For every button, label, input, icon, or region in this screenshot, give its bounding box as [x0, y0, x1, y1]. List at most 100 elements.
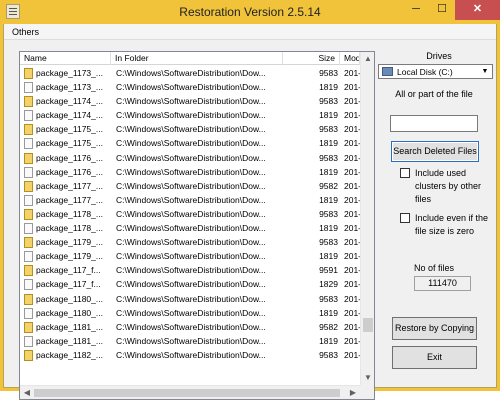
scroll-left-arrow-icon[interactable]: ◀: [20, 386, 34, 399]
file-name-cell: package_1180_...: [36, 307, 103, 318]
file-icon: [24, 96, 33, 108]
size-cell: 1829: [319, 279, 338, 290]
file-icon: [24, 223, 33, 235]
client-area: Others Name In Folder Size Mod package_1…: [3, 24, 497, 400]
table-row[interactable]: package_1179_... C:\Windows\SoftwareDistr…: [20, 249, 360, 263]
folder-cell: C:\Windows\SoftwareDistribution\Dow...: [116, 82, 266, 93]
include-zero-size-checkbox[interactable]: [400, 213, 410, 223]
folder-cell: C:\Windows\SoftwareDistribution\Dow...: [116, 237, 266, 248]
table-row[interactable]: package_1181_... C:\Windows\SoftwareDistr…: [20, 320, 360, 334]
file-icon: [24, 68, 33, 79]
modified-cell: 201-: [344, 223, 360, 234]
file-icon: [24, 180, 33, 192]
file-name-cell: package_1176_...: [36, 152, 103, 163]
file-icon: [24, 194, 33, 206]
table-row[interactable]: package_1176_... C:\Windows\SoftwareDistr…: [20, 151, 360, 165]
folder-cell: C:\Windows\SoftwareDistribution\Dow...: [116, 96, 266, 107]
file-name-cell: package_1177_...: [36, 180, 103, 191]
column-folder[interactable]: In Folder: [111, 52, 283, 65]
chevron-down-icon[interactable]: ▼: [479, 66, 491, 77]
vertical-scrollbar[interactable]: ▲ ▼: [360, 52, 374, 385]
table-row[interactable]: package_1178_... C:\Windows\SoftwareDistr…: [20, 221, 360, 235]
file-icon: [24, 335, 33, 347]
table-row[interactable]: package_1174_... C:\Windows\SoftwareDistr…: [20, 108, 360, 122]
table-row[interactable]: package_1178_... C:\Windows\SoftwareDistr…: [20, 207, 360, 221]
column-size[interactable]: Size: [283, 52, 340, 65]
close-button[interactable]: ✕: [455, 0, 500, 20]
scroll-right-arrow-icon[interactable]: ▶: [346, 386, 360, 399]
file-name-cell: package_1176_...: [36, 166, 103, 177]
drive-selected-value: Local Disk (C:): [397, 67, 453, 77]
hard-drive-icon: [382, 67, 393, 76]
table-row[interactable]: package_1182_... C:\Windows\SoftwareDistr…: [20, 348, 360, 362]
scroll-corner: [360, 385, 374, 399]
file-name-input[interactable]: [390, 115, 478, 132]
size-cell: 9582: [319, 180, 338, 191]
horizontal-scrollbar[interactable]: ◀ ▶: [20, 385, 360, 399]
file-icon: [24, 208, 33, 220]
menu-others[interactable]: Others: [12, 27, 39, 37]
file-name-cell: package_1181_...: [36, 335, 103, 346]
table-row[interactable]: package_1175_... C:\Windows\SoftwareDistr…: [20, 136, 360, 150]
table-row[interactable]: package_1176_... C:\Windows\SoftwareDistr…: [20, 165, 360, 179]
minimize-button[interactable]: ─: [403, 0, 429, 20]
size-cell: 9583: [319, 237, 338, 248]
exit-button[interactable]: Exit: [392, 346, 477, 369]
modified-cell: 201-: [344, 349, 360, 360]
file-icon: [24, 138, 33, 150]
folder-cell: C:\Windows\SoftwareDistribution\Dow...: [116, 180, 266, 191]
modified-cell: 201-: [344, 293, 360, 304]
file-name-cell: package_1175_...: [36, 138, 103, 149]
scroll-down-arrow-icon[interactable]: ▼: [361, 371, 374, 385]
file-name-cell: package_1179_...: [36, 251, 103, 262]
folder-cell: C:\Windows\SoftwareDistribution\Dow...: [116, 208, 266, 219]
table-row[interactable]: package_1174_... C:\Windows\SoftwareDistr…: [20, 94, 360, 108]
size-cell: 1819: [319, 82, 338, 93]
file-name-cell: package_1182_...: [36, 349, 103, 360]
drive-dropdown[interactable]: Local Disk (C:) ▼: [378, 64, 493, 79]
table-row[interactable]: package_1180_... C:\Windows\SoftwareDistr…: [20, 292, 360, 306]
maximize-button[interactable]: ☐: [429, 0, 455, 20]
folder-cell: C:\Windows\SoftwareDistribution\Dow...: [116, 223, 266, 234]
no-of-files-value: 111470: [414, 276, 471, 291]
size-cell: 1819: [319, 251, 338, 262]
file-icon: [24, 124, 33, 136]
include-zero-size-label: Include even if the file size is zero: [415, 213, 489, 236]
modified-cell: 201-: [344, 335, 360, 346]
modified-cell: 201-: [344, 152, 360, 163]
deleted-files-list[interactable]: Name In Folder Size Mod package_1173_...…: [19, 51, 375, 400]
folder-cell: C:\Windows\SoftwareDistribution\Dow...: [116, 307, 266, 318]
horizontal-scroll-thumb[interactable]: [34, 389, 340, 397]
table-row[interactable]: package_1181_... C:\Windows\SoftwareDistr…: [20, 334, 360, 348]
table-row[interactable]: package_1173_... C:\Windows\SoftwareDistr…: [20, 80, 360, 94]
folder-cell: C:\Windows\SoftwareDistribution\Dow...: [116, 279, 266, 290]
table-row[interactable]: package_1179_... C:\Windows\SoftwareDistr…: [20, 235, 360, 249]
file-icon: [24, 152, 33, 164]
modified-cell: 201-: [344, 194, 360, 205]
table-row[interactable]: package_1173_... C:\Windows\SoftwareDistr…: [20, 66, 360, 80]
file-name-cell: package_1173_...: [36, 68, 103, 78]
vertical-scroll-thumb[interactable]: [363, 318, 373, 332]
menu-bar: Others: [4, 24, 496, 40]
column-modified[interactable]: Mod: [340, 52, 360, 65]
restore-by-copying-button[interactable]: Restore by Copying: [392, 317, 477, 340]
table-row[interactable]: package_1177_... C:\Windows\SoftwareDistr…: [20, 193, 360, 207]
column-name[interactable]: Name: [20, 52, 111, 65]
search-deleted-files-button[interactable]: Search Deleted Files: [391, 141, 479, 162]
table-row[interactable]: package_1175_... C:\Windows\SoftwareDistr…: [20, 122, 360, 136]
folder-cell: C:\Windows\SoftwareDistribution\Dow...: [116, 124, 266, 135]
table-row[interactable]: package_117_f... C:\Windows\SoftwareDistr…: [20, 277, 360, 291]
size-cell: 9583: [319, 293, 338, 304]
folder-cell: C:\Windows\SoftwareDistribution\Dow...: [116, 251, 266, 262]
scroll-up-arrow-icon[interactable]: ▲: [361, 52, 374, 66]
size-cell: 1819: [319, 307, 338, 318]
size-cell: 9583: [319, 124, 338, 135]
table-row[interactable]: package_1180_... C:\Windows\SoftwareDistr…: [20, 306, 360, 320]
table-row[interactable]: package_1177_... C:\Windows\SoftwareDistr…: [20, 179, 360, 193]
include-used-clusters-checkbox[interactable]: [400, 168, 410, 178]
modified-cell: 201-: [344, 307, 360, 318]
folder-cell: C:\Windows\SoftwareDistribution\Dow...: [116, 110, 266, 121]
table-row[interactable]: package_117_f... C:\Windows\SoftwareDistr…: [20, 263, 360, 277]
title-bar[interactable]: Restoration Version 2.5.14 ─ ☐ ✕: [0, 0, 500, 24]
size-cell: 1819: [319, 194, 338, 205]
